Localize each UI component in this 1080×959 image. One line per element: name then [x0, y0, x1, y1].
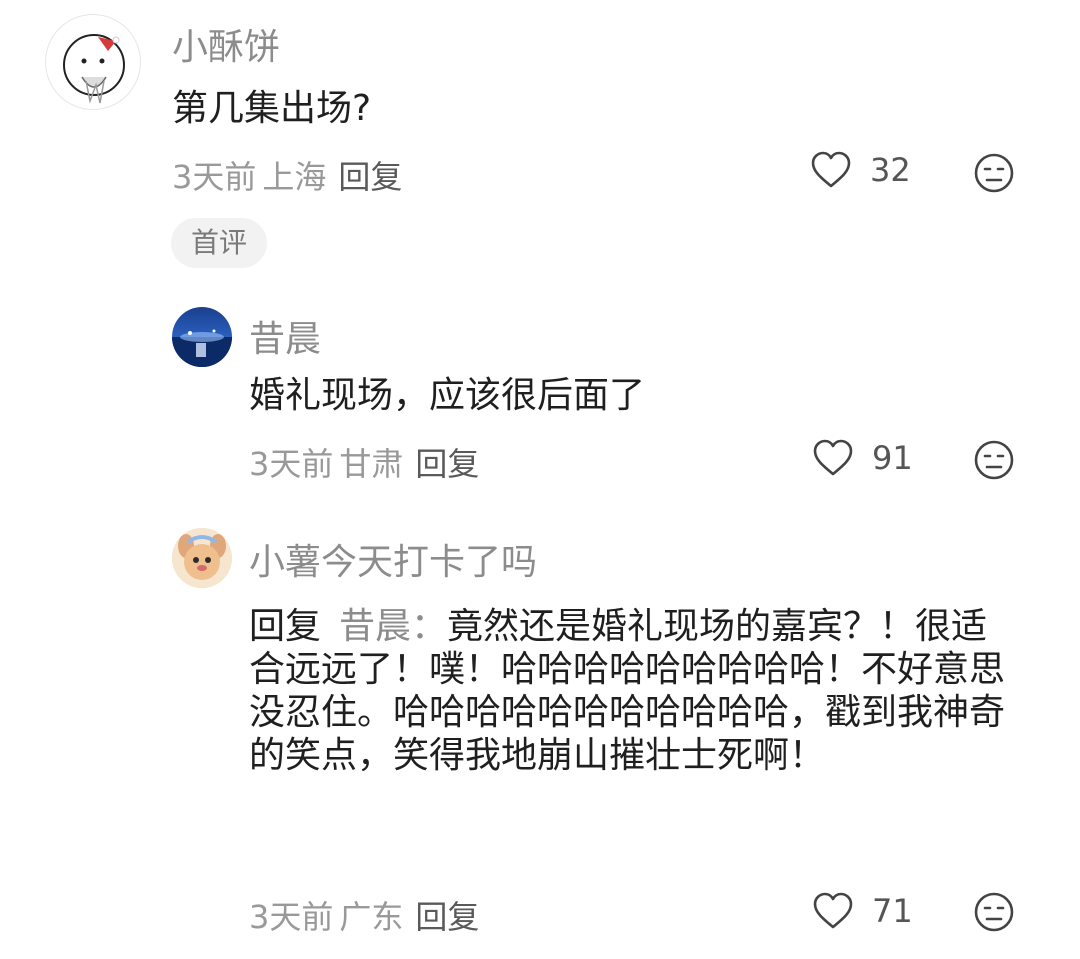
dislike-button[interactable] [973, 891, 1015, 933]
night-scene-avatar-icon [172, 329, 232, 367]
comment-meta: 3天前 广东 回复 [249, 892, 479, 938]
region: 广东 [339, 898, 404, 936]
heart-outline-icon [811, 151, 851, 188]
meh-face-icon [974, 440, 1014, 480]
comment-item: 小酥饼 第几集出场? 3天前 上海 回复 32 首评 [0, 0, 1080, 290]
timestamp: 3天前 [172, 158, 257, 196]
username[interactable]: 小酥饼 [172, 18, 280, 70]
comment-text: 第几集出场? [172, 88, 372, 129]
reply-button[interactable]: 回复 [415, 445, 479, 483]
region: 甘肃 [339, 445, 404, 483]
region: 上海 [262, 158, 327, 196]
comment-text: 婚礼现场，应该很后面了 [249, 375, 646, 416]
like-count: 71 [872, 892, 913, 930]
username[interactable]: 昔晨 [249, 310, 321, 362]
dislike-button[interactable] [973, 439, 1015, 481]
reply-button[interactable]: 回复 [338, 158, 402, 196]
meh-face-icon [974, 892, 1014, 932]
timestamp: 3天前 [249, 445, 334, 483]
like-button[interactable]: 71 [812, 891, 913, 931]
like-count: 91 [872, 439, 913, 477]
dislike-button[interactable] [973, 152, 1015, 194]
avatar[interactable] [172, 528, 232, 588]
cartoon-bunny-avatar-icon [172, 528, 232, 588]
avatar[interactable] [45, 14, 141, 110]
comment-meta: 3天前 上海 回复 [172, 152, 402, 198]
timestamp: 3天前 [249, 898, 334, 936]
comment-text: 回复 昔晨：竟然还是婚礼现场的嘉宾？！很适合远远了！噗！哈哈哈哈哈哈哈哈哈！不好意… [249, 605, 1014, 777]
like-count: 32 [870, 151, 911, 189]
meh-face-icon [974, 153, 1014, 193]
comment-meta: 3天前 甘肃 回复 [249, 439, 479, 485]
first-comment-badge: 首评 [171, 218, 267, 268]
reply-target-username[interactable]: 昔晨： [339, 606, 447, 647]
reply-button[interactable]: 回复 [415, 898, 479, 936]
heart-outline-icon [813, 439, 853, 476]
like-button[interactable]: 91 [812, 438, 913, 478]
reply-prefix: 回复 [249, 606, 322, 647]
heart-outline-icon [813, 892, 853, 929]
like-button[interactable]: 32 [810, 150, 911, 190]
username[interactable]: 小薯今天打卡了吗 [249, 533, 537, 585]
santa-avatar-icon [63, 34, 125, 104]
avatar[interactable] [172, 307, 232, 367]
